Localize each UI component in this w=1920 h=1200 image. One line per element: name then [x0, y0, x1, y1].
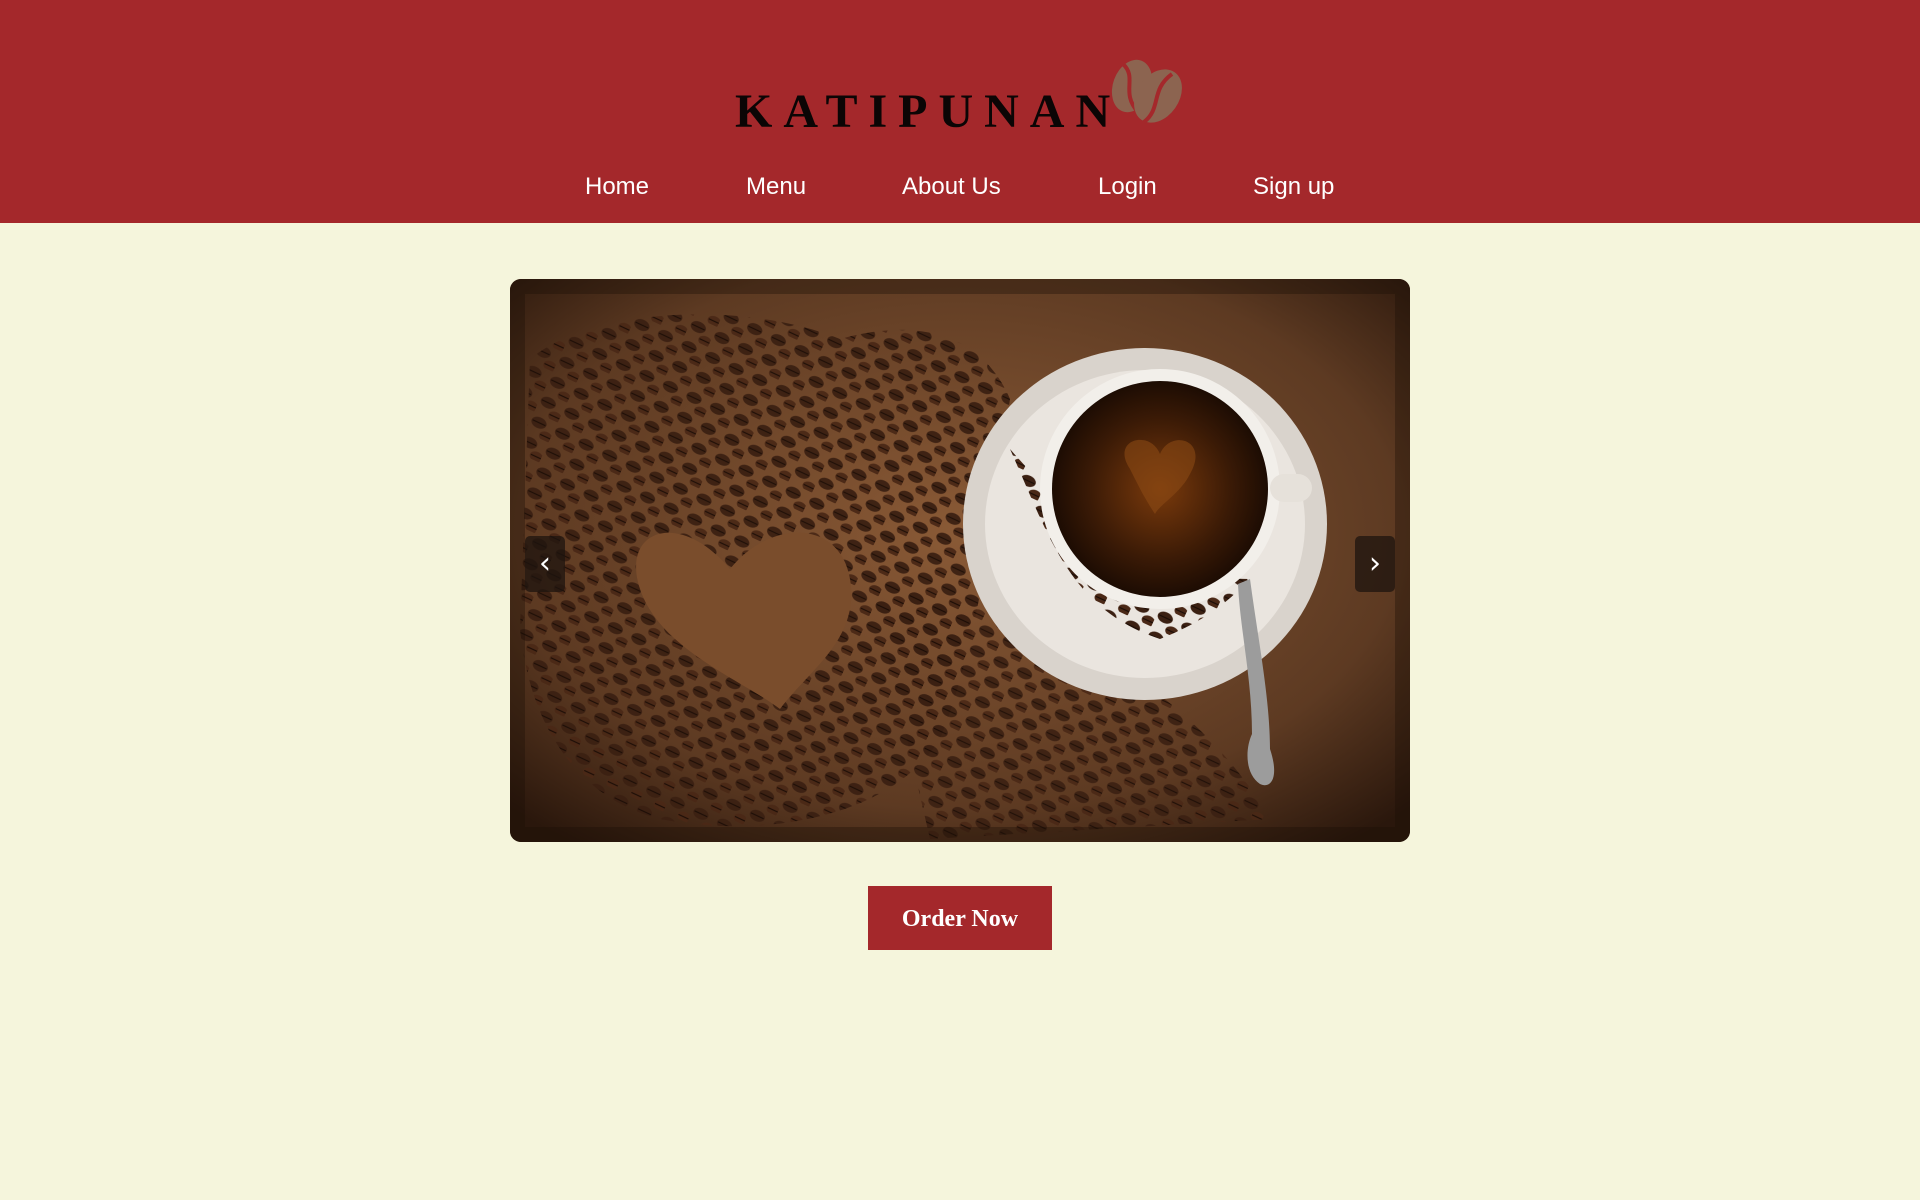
site-header: KATIPUNAN Home Menu About Us Login Sign … [0, 0, 1920, 223]
hero-carousel: ‹ › [510, 279, 1410, 842]
coffee-cup-with-beans-heart-image [510, 279, 1410, 842]
nav-menu[interactable]: Menu [746, 165, 806, 209]
nav-login[interactable]: Login [1098, 165, 1157, 209]
brand-name[interactable]: KATIPUNAN [735, 84, 1121, 140]
coffee-bean-icon [1111, 59, 1182, 124]
carousel-prev-button[interactable]: ‹ [525, 536, 565, 592]
brand: KATIPUNAN [0, 56, 1920, 146]
nav-sign-up[interactable]: Sign up [1253, 165, 1334, 209]
nav-about-us[interactable]: About Us [902, 165, 1001, 209]
order-now-button[interactable]: Order Now [868, 886, 1052, 950]
nav-home[interactable]: Home [585, 165, 649, 209]
main-nav: Home Menu About Us Login Sign up [0, 165, 1920, 209]
carousel-next-button[interactable]: › [1355, 536, 1395, 592]
